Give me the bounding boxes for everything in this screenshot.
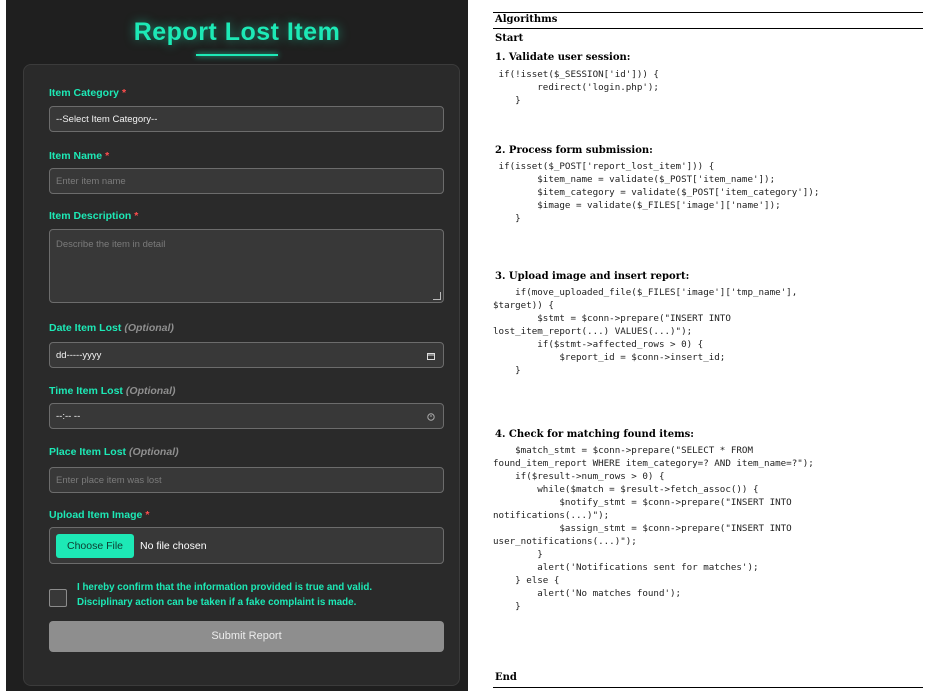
date-label: Date Item Lost (Optional) bbox=[49, 322, 174, 334]
description-label: Item Description * bbox=[49, 210, 139, 222]
title-underline bbox=[196, 54, 278, 56]
place-input[interactable]: Enter place item was lost bbox=[49, 467, 444, 493]
time-input[interactable]: --:-- -- bbox=[49, 403, 444, 429]
file-status: No file chosen bbox=[140, 540, 207, 552]
item-name-input[interactable]: Enter item name bbox=[49, 168, 444, 194]
confirm-text: I hereby confirm that the information pr… bbox=[77, 582, 373, 608]
resize-grip-icon[interactable] bbox=[433, 292, 441, 300]
algorithm-header: Algorithms bbox=[495, 14, 558, 25]
start-label: Start bbox=[495, 33, 524, 44]
form-card: Item Category * --Select Item Category-- … bbox=[23, 64, 460, 686]
submit-report-button[interactable]: Submit Report bbox=[49, 621, 444, 652]
step-1-title: 1. Validate user session: bbox=[495, 52, 631, 63]
choose-file-button[interactable]: Choose File bbox=[56, 534, 134, 558]
place-label: Place Item Lost (Optional) bbox=[49, 446, 179, 458]
step-2-title: 2. Process form submission: bbox=[495, 145, 653, 156]
step-4-title: 4. Check for matching found items: bbox=[495, 429, 694, 440]
step-3-title: 3. Upload image and insert report: bbox=[495, 271, 690, 282]
calendar-icon[interactable] bbox=[427, 352, 435, 360]
header-rule bbox=[493, 28, 923, 29]
page-title: Report Lost Item bbox=[133, 18, 341, 46]
category-select[interactable]: --Select Item Category-- bbox=[49, 106, 444, 132]
date-input[interactable]: dd-----yyyy bbox=[49, 342, 444, 368]
time-label: Time Item Lost (Optional) bbox=[49, 385, 176, 397]
step-2-code: if(isset($_POST['report_lost_item'])) { … bbox=[493, 161, 820, 224]
confirm-checkbox[interactable] bbox=[49, 589, 67, 607]
step-4-code: $match_stmt = $conn->prepare("SELECT * F… bbox=[493, 445, 814, 612]
category-label: Item Category * bbox=[49, 87, 127, 99]
description-textarea[interactable]: Describe the item in detail bbox=[49, 229, 444, 303]
bottom-rule bbox=[493, 687, 923, 688]
algorithm-panel: Algorithms Start 1. Validate user sessio… bbox=[493, 12, 923, 688]
top-rule bbox=[493, 12, 923, 13]
lost-item-form-panel: Report Lost Item Item Category * --Select… bbox=[6, 0, 468, 691]
item-name-label: Item Name * bbox=[49, 150, 110, 162]
clock-icon[interactable] bbox=[427, 413, 435, 421]
image-file-input: Choose File No file chosen bbox=[49, 527, 444, 564]
step-3-code: if(move_uploaded_file($_FILES['image']['… bbox=[493, 287, 798, 376]
end-label: End bbox=[495, 672, 517, 683]
step-1-code: if(!isset($_SESSION['id'])) { redirect('… bbox=[493, 69, 659, 106]
image-label: Upload Item Image * bbox=[49, 509, 150, 521]
